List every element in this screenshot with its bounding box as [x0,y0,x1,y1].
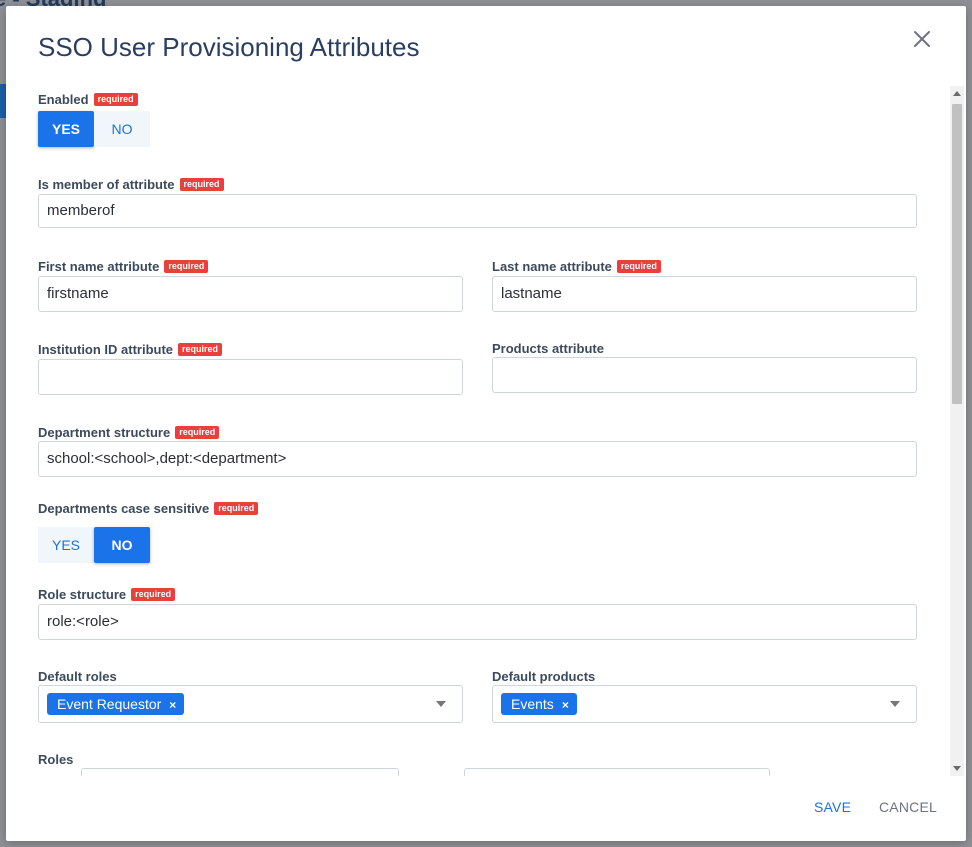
last-name-label-text: Last name attribute [492,259,612,274]
roles-mapping-input[interactable] [81,768,399,776]
cancel-button[interactable]: CANCEL [879,799,937,815]
last-name-input[interactable]: lastname [492,276,917,312]
default-roles-label-text: Default roles [38,669,117,684]
dept-case-sensitive-label-text: Departments case sensitive [38,501,210,516]
role-chip: Event Requestor × [47,693,185,715]
scrollbar-thumb[interactable] [952,104,962,404]
sso-attributes-modal: SSO User Provisioning Attributes Enabled… [6,6,966,841]
modal-title: SSO User Provisioning Attributes [38,32,420,62]
default-products-label-text: Default products [492,669,596,684]
scroll-up-icon[interactable] [953,91,961,96]
chevron-down-icon[interactable] [436,701,446,707]
institution-id-label-text: Institution ID attribute [38,342,174,357]
enabled-toggle: YES NO [38,111,150,147]
enabled-label-text: Enabled [38,92,89,107]
products-label: Products attribute [492,341,604,356]
required-badge: required [214,502,259,515]
required-badge: required [179,178,224,191]
first-name-label-text: First name attribute [38,259,160,274]
department-structure-label-text: Department structure [38,425,171,440]
department-structure-input[interactable]: school:<school>,dept:<department> [38,441,917,477]
roles-label-text: Roles [38,752,74,767]
institution-id-label: Institution ID attribute required [38,342,223,357]
role-chip-label: Event Requestor [57,696,162,712]
products-label-text: Products attribute [492,341,604,356]
required-badge: required [164,260,209,273]
required-badge: required [93,93,138,106]
remove-chip-icon[interactable]: × [562,698,569,712]
default-products-select[interactable]: Events × [492,685,917,723]
product-chip: Events × [501,693,577,715]
roles-label: Roles [38,752,73,767]
first-name-input[interactable]: firstname [38,276,463,312]
close-icon[interactable] [912,29,932,49]
member-of-label: Is member of attribute required [38,177,224,192]
required-badge: required [616,260,661,273]
dept-case-no-button[interactable]: NO [94,527,150,563]
modal-scrollbar[interactable] [950,86,964,776]
default-products-label: Default products [492,669,595,684]
dept-case-yes-button[interactable]: YES [38,527,94,563]
member-of-label-text: Is member of attribute [38,177,175,192]
required-badge: required [175,426,220,439]
enabled-no-button[interactable]: NO [94,111,150,147]
remove-chip-icon[interactable]: × [169,698,176,712]
role-structure-input[interactable]: role:<role> [38,604,917,640]
chevron-down-icon[interactable] [890,701,900,707]
enabled-yes-button[interactable]: YES [38,111,94,147]
default-roles-label: Default roles [38,669,117,684]
last-name-label: Last name attribute required [492,259,661,274]
enabled-label: Enabled required [38,92,138,107]
required-badge: required [131,588,176,601]
default-roles-select[interactable]: Event Requestor × [38,685,463,723]
modal-form: Enabled required YES NO Is member of attr… [6,86,966,776]
first-name-label: First name attribute required [38,259,209,274]
products-input[interactable] [492,357,917,393]
member-of-input[interactable]: memberof [38,194,917,228]
roles-mapping-input[interactable] [464,768,770,776]
dept-case-sensitive-label: Departments case sensitive required [38,501,259,516]
dept-case-sensitive-toggle: YES NO [38,527,150,563]
role-structure-label-text: Role structure [38,587,127,602]
scroll-down-icon[interactable] [953,766,961,771]
institution-id-input[interactable] [38,359,463,395]
department-structure-label: Department structure required [38,425,220,440]
required-badge: required [178,343,223,356]
role-structure-label: Role structure required [38,587,176,602]
save-button[interactable]: SAVE [814,799,851,815]
product-chip-label: Events [511,696,554,712]
